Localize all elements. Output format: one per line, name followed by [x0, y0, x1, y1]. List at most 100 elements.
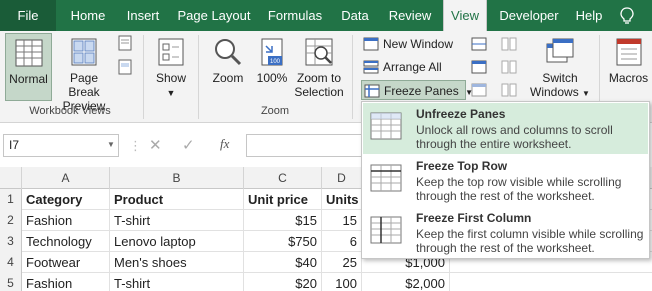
- cell-b3[interactable]: Lenovo laptop: [110, 231, 244, 252]
- cell-b2[interactable]: T-shirt: [110, 210, 244, 231]
- custom-views-icon[interactable]: [117, 59, 133, 75]
- new-window-label: New Window: [383, 37, 454, 51]
- enter-icon[interactable]: ✓: [182, 136, 195, 154]
- cell-d4[interactable]: 25: [322, 252, 362, 273]
- zoom-100-button[interactable]: 100 100%: [252, 33, 292, 101]
- arrange-all-label: Arrange All: [383, 60, 442, 74]
- tab-page-layout[interactable]: Page Layout: [174, 0, 254, 31]
- arrange-all-button[interactable]: Arrange All: [361, 57, 461, 77]
- cell-c2[interactable]: $15: [244, 210, 322, 231]
- row-header[interactable]: 3: [0, 231, 22, 252]
- new-window-button[interactable]: New Window: [361, 34, 461, 54]
- menu-item-description: Keep the first column visible while scro…: [416, 227, 644, 255]
- cancel-icon[interactable]: ✕: [149, 136, 162, 154]
- freeze-panes-button[interactable]: Freeze Panes ▼: [361, 80, 473, 100]
- macros-button[interactable]: Macros: [605, 33, 652, 103]
- chevron-down-icon: ▼: [166, 88, 176, 98]
- freeze-panes-icon: [364, 84, 380, 98]
- chevron-down-icon[interactable]: ▼: [107, 140, 115, 149]
- row-header[interactable]: 2: [0, 210, 22, 231]
- column-header-a[interactable]: A: [22, 167, 110, 189]
- cell-c5[interactable]: $20: [244, 273, 322, 291]
- group-label-zoom: Zoom: [260, 105, 290, 117]
- menu-item-title: Freeze First Column: [416, 211, 532, 225]
- page-break-icon: [71, 38, 97, 66]
- cell-b1[interactable]: Product: [110, 189, 244, 210]
- unfreeze-panes-icon: [370, 112, 402, 140]
- column-header-b[interactable]: B: [110, 167, 244, 189]
- row-header[interactable]: 1: [0, 189, 22, 210]
- column-header-c[interactable]: C: [244, 167, 322, 189]
- menu-item-freeze-top-row[interactable]: Freeze Top Row Keep the top row visible …: [363, 155, 648, 206]
- zoom-to-selection-button[interactable]: Zoom to Selection: [293, 33, 345, 101]
- group-separator: [143, 35, 144, 119]
- cell-a3[interactable]: Technology: [22, 231, 110, 252]
- page-layout-view-icon[interactable]: [117, 35, 133, 51]
- cell-a4[interactable]: Footwear: [22, 252, 110, 273]
- zoom-100-label: 100%: [256, 71, 288, 85]
- cell-d5[interactable]: 100: [322, 273, 362, 291]
- macros-label: Macros: [608, 71, 649, 85]
- tab-developer[interactable]: Developer: [494, 0, 564, 31]
- name-box[interactable]: I7: [3, 134, 119, 157]
- tab-review[interactable]: Review: [382, 0, 438, 31]
- split-icon[interactable]: [471, 37, 487, 51]
- menu-item-unfreeze-panes[interactable]: Unfreeze Panes Unlock all rows and colum…: [363, 103, 648, 154]
- synchronous-scrolling-icon[interactable]: [501, 60, 517, 74]
- zoom-button[interactable]: Zoom: [206, 33, 250, 101]
- row-header[interactable]: 4: [0, 252, 22, 273]
- page-break-label-1: Page Break: [68, 71, 100, 99]
- freeze-panes-menu: Unfreeze Panes Unlock all rows and colum…: [361, 101, 650, 259]
- menu-item-freeze-first-column[interactable]: Freeze First Column Keep the first colum…: [363, 207, 648, 258]
- svg-text:100: 100: [270, 59, 281, 65]
- select-all-corner[interactable]: [0, 167, 22, 189]
- cell-b4[interactable]: Men's shoes: [110, 252, 244, 273]
- tab-view[interactable]: View: [443, 0, 487, 31]
- arrange-all-icon: [363, 60, 379, 74]
- group-label-workbook-views: Workbook Views: [29, 105, 111, 117]
- tab-help[interactable]: Help: [570, 0, 608, 31]
- fx-icon[interactable]: fx: [220, 136, 229, 152]
- cell-a1[interactable]: Category: [22, 189, 110, 210]
- view-side-by-side-icon[interactable]: [501, 37, 517, 51]
- switch-windows-button[interactable]: Switch Windows ▼: [528, 33, 592, 103]
- table-row: 5 Fashion T-shirt $20 100 $2,000: [0, 273, 652, 291]
- cell-e5[interactable]: $2,000: [362, 273, 450, 291]
- tab-formulas[interactable]: Formulas: [262, 0, 328, 31]
- zoom-100-icon: 100: [261, 38, 283, 66]
- zoom-selection-label-2: Selection: [294, 85, 344, 99]
- menu-item-description: Keep the top row visible while scrolling…: [416, 175, 622, 203]
- tab-data[interactable]: Data: [336, 0, 374, 31]
- column-header-d[interactable]: D: [322, 167, 362, 189]
- row-header[interactable]: 5: [0, 273, 22, 291]
- zoom-label: Zoom: [212, 71, 244, 85]
- tab-home[interactable]: Home: [63, 0, 113, 31]
- normal-view-button[interactable]: Normal: [5, 33, 52, 101]
- show-label: Show: [155, 71, 187, 85]
- cell-d2[interactable]: 15: [322, 210, 362, 231]
- cell-d3[interactable]: 6: [322, 231, 362, 252]
- tab-insert[interactable]: Insert: [118, 0, 168, 31]
- cell-a5[interactable]: Fashion: [22, 273, 110, 291]
- show-button[interactable]: Show ▼: [150, 33, 192, 101]
- cell-d1[interactable]: Units: [322, 189, 362, 210]
- lightbulb-icon[interactable]: [620, 7, 634, 24]
- tab-file[interactable]: File: [0, 0, 56, 31]
- freeze-panes-label: Freeze Panes: [384, 84, 459, 98]
- chevron-down-icon: ▼: [582, 89, 590, 98]
- switch-windows-label-2: Windows: [530, 85, 579, 99]
- cell-c4[interactable]: $40: [244, 252, 322, 273]
- hide-window-icon[interactable]: [471, 60, 487, 74]
- macros-icon: [616, 38, 641, 66]
- zoom-selection-label-1: Zoom to: [296, 71, 341, 85]
- cell-a2[interactable]: Fashion: [22, 210, 110, 231]
- page-break-preview-button[interactable]: Page Break Preview: [55, 33, 113, 113]
- reset-window-position-icon[interactable]: [501, 83, 517, 97]
- switch-windows-icon: [546, 38, 574, 63]
- cell-b5[interactable]: T-shirt: [110, 273, 244, 291]
- cell-c3[interactable]: $750: [244, 231, 322, 252]
- unhide-window-icon[interactable]: [471, 83, 487, 97]
- menu-item-title: Unfreeze Panes: [416, 107, 506, 121]
- group-separator: [352, 35, 353, 119]
- cell-c1[interactable]: Unit price: [244, 189, 322, 210]
